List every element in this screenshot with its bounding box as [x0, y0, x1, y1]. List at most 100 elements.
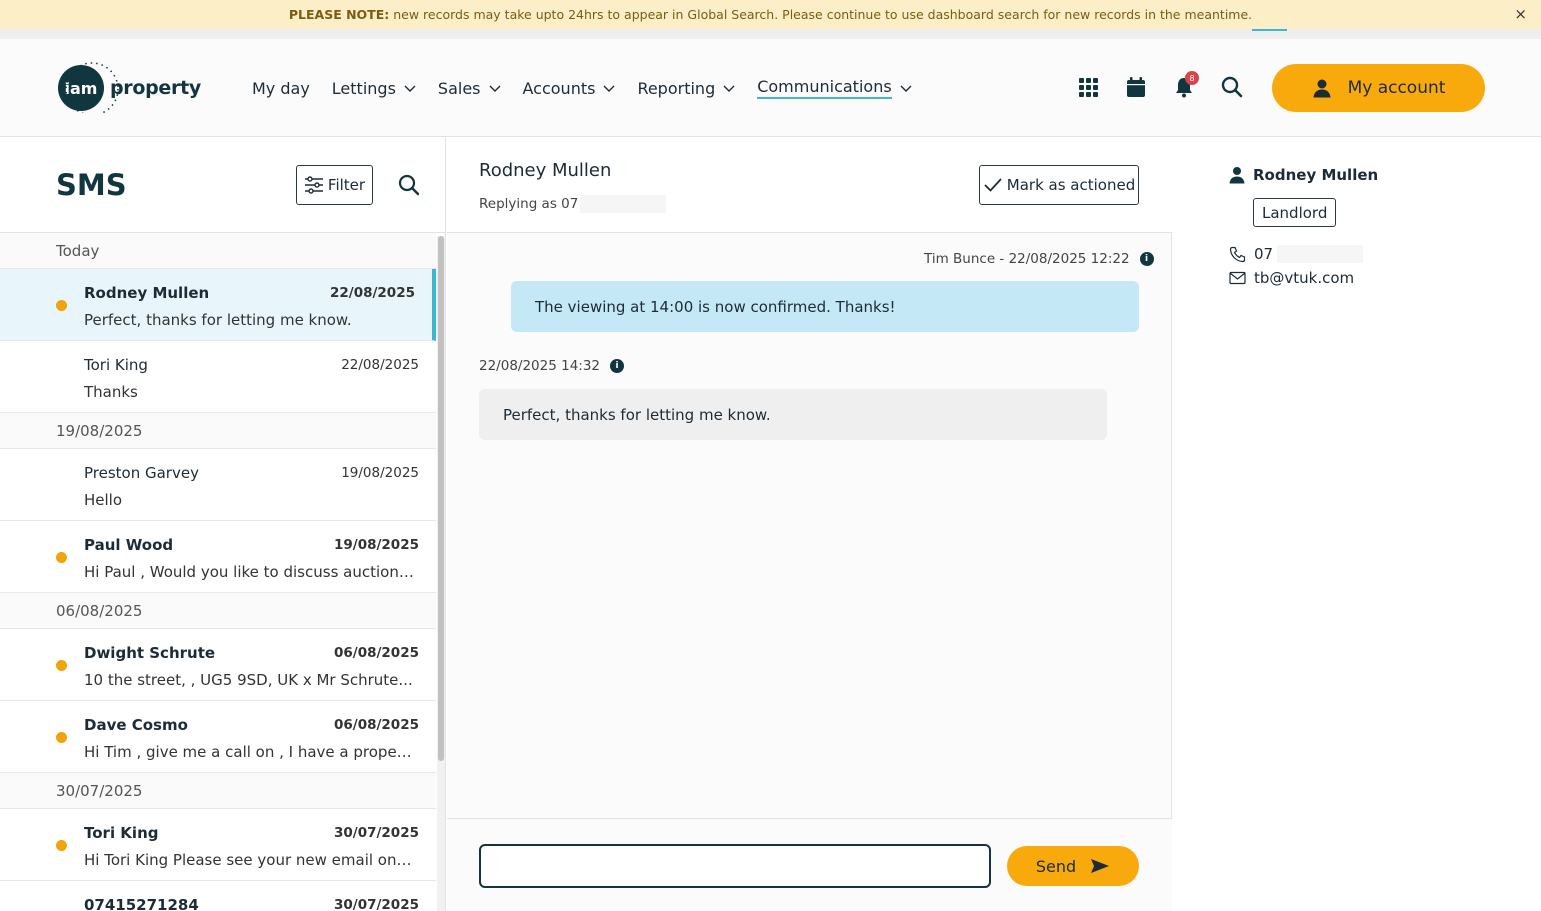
- search-icon[interactable]: [1220, 75, 1244, 99]
- nav-communications[interactable]: Communications: [757, 77, 912, 99]
- list-item[interactable]: Paul Wood 19/08/2025 Hi Paul , Would you…: [0, 521, 436, 593]
- banner-strip: [0, 29, 1541, 39]
- send-button[interactable]: Send: [1007, 846, 1139, 886]
- item-name: Paul Wood: [84, 536, 174, 554]
- user-icon: [1229, 167, 1245, 184]
- item-preview: Hi Tim , give me a call on , I have a pr…: [84, 743, 414, 761]
- replying-as-text: Replying as 07: [479, 196, 579, 212]
- item-preview: Hello: [84, 491, 123, 509]
- notice-text: new records may take upto 24hrs to appea…: [393, 7, 1253, 22]
- item-name: Dave Cosmo: [84, 716, 188, 734]
- list-item[interactable]: Tori King 30/07/2025 Hi Tori King Please…: [0, 809, 436, 881]
- main-nav: My day Lettings Sales Accounts Reporting…: [252, 77, 934, 99]
- my-account-button[interactable]: My account: [1272, 64, 1485, 112]
- logo[interactable]: iam property: [58, 62, 201, 113]
- replying-as: Replying as 07: [479, 195, 667, 213]
- send-label: Send: [1035, 856, 1077, 876]
- notification-badge: 8: [1185, 71, 1199, 85]
- nav-label: Accounts: [522, 78, 596, 98]
- strip-accent: [1252, 29, 1287, 31]
- incoming-message: Perfect, thanks for letting me know.: [479, 389, 1107, 440]
- incoming-message-text: Perfect, thanks for letting me know.: [503, 405, 771, 424]
- contact-phone-text: 07: [1254, 245, 1274, 263]
- mark-as-actioned-button[interactable]: Mark as actioned: [979, 165, 1139, 205]
- compose-bar: Send: [447, 818, 1172, 911]
- contact-panel: Rodney Mullen Landlord 07 tb@vtuk.com: [1173, 137, 1541, 911]
- contact-email[interactable]: tb@vtuk.com: [1229, 269, 1354, 287]
- conversation-contact-name: Rodney Mullen: [479, 160, 612, 181]
- nav-lettings[interactable]: Lettings: [332, 77, 416, 99]
- item-date: 19/08/2025: [333, 537, 419, 553]
- outgoing-meta: Tim Bunce - 22/08/2025 12:22 i: [924, 251, 1154, 267]
- send-arrow-icon: [1091, 859, 1110, 873]
- item-name: Tori King: [84, 824, 159, 842]
- chevron-down-icon: [723, 85, 735, 92]
- item-preview: Hi Paul , Would you like to discuss auct…: [84, 563, 414, 581]
- info-icon[interactable]: i: [1139, 252, 1154, 266]
- item-date: 22/08/2025: [329, 285, 415, 301]
- banner-close-icon[interactable]: ×: [1514, 5, 1527, 23]
- outgoing-message-text: The viewing at 14:00 is now confirmed. T…: [535, 297, 896, 316]
- conversation-list: Today Rodney Mullen 22/08/2025 Perfect, …: [0, 233, 436, 911]
- chevron-down-icon: [603, 85, 615, 92]
- list-item[interactable]: Preston Garvey 19/08/2025 Hello: [0, 449, 436, 521]
- group-header-date: 06/08/2025: [0, 593, 436, 629]
- item-date: 19/08/2025: [341, 465, 419, 481]
- list-item[interactable]: Dave Cosmo 06/08/2025 Hi Tim , give me a…: [0, 701, 436, 773]
- contact-phone[interactable]: 07: [1229, 245, 1364, 263]
- sms-list-panel: SMS Filter Today Rodney Mullen 22/08/202…: [0, 137, 446, 911]
- scrollbar-thumb[interactable]: [438, 236, 444, 761]
- item-date: 06/08/2025: [333, 645, 419, 661]
- nav-label: Reporting: [637, 78, 716, 98]
- item-name: Rodney Mullen: [84, 284, 210, 302]
- filter-button[interactable]: Filter: [296, 165, 373, 205]
- filter-label: Filter: [327, 176, 366, 194]
- list-item[interactable]: Dwight Schrute 06/08/2025 10 the street,…: [0, 629, 436, 701]
- nav-my-day[interactable]: My day: [252, 77, 310, 99]
- contact-name[interactable]: Rodney Mullen: [1229, 166, 1378, 184]
- incoming-meta-text: 22/08/2025 14:32: [479, 358, 601, 374]
- contact-type-tag: Landlord: [1253, 198, 1337, 227]
- chevron-down-icon: [489, 85, 500, 92]
- list-item[interactable]: 07415271284 30/07/2025: [0, 881, 436, 911]
- chevron-down-icon: [404, 85, 416, 92]
- notice-label: PLEASE NOTE:: [288, 7, 390, 22]
- logo-ring-icon: [65, 62, 119, 113]
- user-icon: [1313, 79, 1331, 98]
- outgoing-message: The viewing at 14:00 is now confirmed. T…: [511, 281, 1139, 332]
- group-header-date: 19/08/2025: [0, 413, 436, 449]
- contact-name-text: Rodney Mullen: [1253, 166, 1379, 184]
- sliders-icon: [304, 176, 323, 194]
- unread-dot: [56, 840, 67, 851]
- item-preview: Thanks: [84, 383, 138, 401]
- apps-grid-icon[interactable]: [1076, 75, 1100, 99]
- redacted-number: [580, 195, 667, 213]
- calendar-icon[interactable]: [1124, 75, 1148, 99]
- nav-label: Sales: [437, 78, 481, 98]
- list-item[interactable]: Rodney Mullen 22/08/2025 Perfect, thanks…: [0, 269, 436, 341]
- nav-reporting[interactable]: Reporting: [637, 77, 735, 99]
- nav-accounts[interactable]: Accounts: [523, 77, 616, 99]
- list-item[interactable]: Tori King 22/08/2025 Thanks: [0, 341, 436, 413]
- item-name: Tori King: [84, 356, 148, 374]
- phone-icon: [1229, 246, 1246, 262]
- conversation-header: Rodney Mullen Replying as 07 Mark as act…: [447, 137, 1172, 233]
- item-preview: 10 the street, , UG5 9SD, UK x Mr Schrut…: [84, 671, 413, 689]
- nav-label: Communications: [757, 77, 892, 99]
- list-scrollbar[interactable]: [437, 236, 445, 911]
- unread-dot: [56, 660, 67, 671]
- item-date: 30/07/2025: [333, 825, 419, 841]
- search-icon[interactable]: [397, 173, 421, 197]
- unread-dot: [56, 732, 67, 743]
- page-title: SMS: [56, 168, 127, 202]
- message-input[interactable]: [479, 844, 991, 888]
- group-header-today: Today: [0, 233, 436, 269]
- chevron-down-icon: [900, 85, 912, 92]
- unread-dot: [56, 552, 67, 563]
- info-icon[interactable]: i: [610, 359, 625, 373]
- nav-label: My day: [252, 78, 310, 98]
- mail-icon: [1229, 271, 1246, 285]
- nav-sales[interactable]: Sales: [438, 77, 501, 99]
- mark-as-actioned-label: Mark as actioned: [1006, 176, 1136, 194]
- my-account-label: My account: [1347, 78, 1446, 98]
